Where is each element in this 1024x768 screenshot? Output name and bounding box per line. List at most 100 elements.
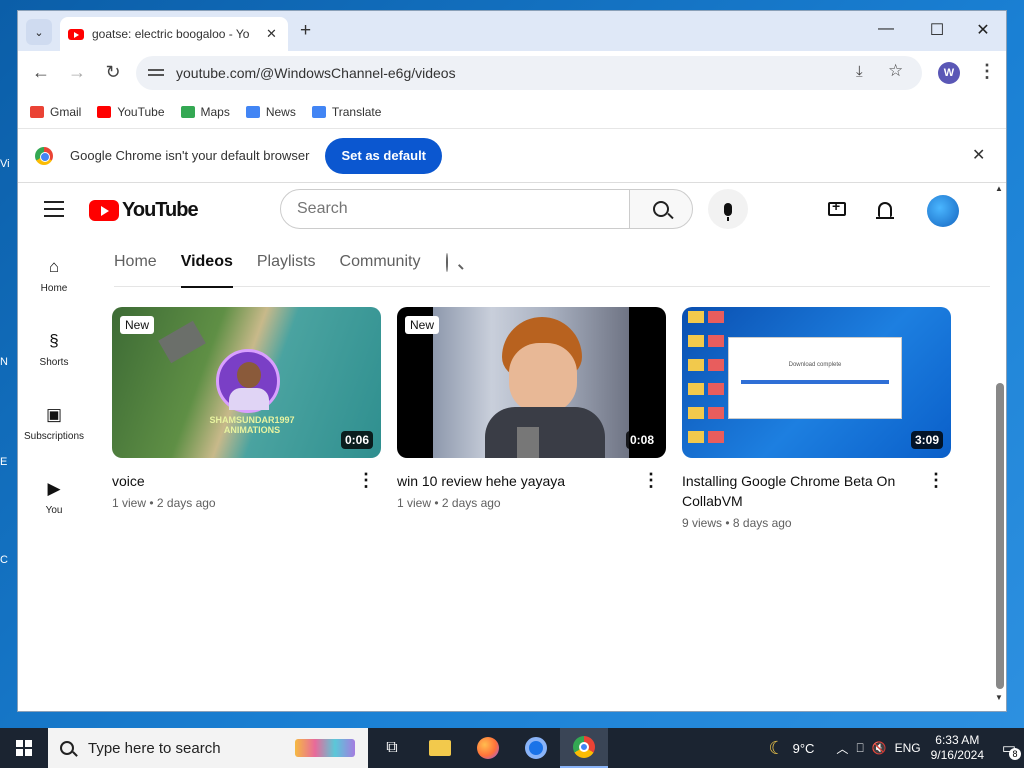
scroll-down-icon[interactable]: ▼ — [995, 693, 1003, 702]
notifications-button[interactable] — [873, 197, 897, 221]
video-card[interactable]: SHAMSUNDAR1997 ANIMATIONS New 0:06 voice… — [112, 307, 381, 510]
chrome-logo-icon — [35, 146, 53, 165]
video-metadata: 9 views • 8 days ago — [682, 516, 792, 530]
video-menu-icon[interactable]: ⋮ — [357, 470, 375, 491]
sidebar-item-you[interactable]: ▶ You — [18, 461, 90, 535]
site-info-icon[interactable] — [148, 66, 164, 80]
youtube-logo[interactable]: YouTube — [89, 199, 199, 222]
home-icon: ⌂ — [48, 257, 60, 276]
tab-title: goatse: electric boogaloo - Yo — [92, 27, 250, 41]
page-scrollbar[interactable]: ▲ ▼ — [994, 183, 1004, 703]
taskbar-file-explorer[interactable] — [416, 728, 464, 768]
thumbnail-desktop-icons — [688, 311, 704, 451]
video-menu-icon[interactable]: ⋮ — [642, 470, 660, 491]
scroll-up-icon[interactable]: ▲ — [995, 184, 1003, 193]
video-title[interactable]: Installing Google Chrome Beta On CollabV… — [682, 471, 922, 511]
search-field[interactable] — [280, 189, 630, 229]
system-tray: ☾ 9°C ︿ ⎕ 🔇 ENG 6:33 AM 9/16/2024 ▭ 8 — [768, 728, 1024, 768]
notification-count: 8 — [1009, 748, 1021, 760]
video-card[interactable]: Download complete 3:09 Installing Google… — [682, 307, 951, 530]
volume-muted-icon[interactable]: 🔇 — [872, 741, 887, 755]
network-icon[interactable]: ⎕ — [856, 741, 863, 756]
channel-search-button[interactable] — [446, 239, 449, 286]
clock[interactable]: 6:33 AM 9/16/2024 — [931, 733, 984, 763]
search-icon — [446, 253, 449, 272]
bookmark-maps[interactable]: Maps — [180, 105, 230, 119]
desktop-icon-label: Vi — [0, 158, 10, 170]
video-card[interactable]: New 0:08 win 10 review hehe yayaya 1 vie… — [397, 307, 666, 510]
shorts-icon: § — [49, 331, 59, 350]
bookmark-news[interactable]: News — [245, 105, 296, 119]
taskbar-firefox[interactable] — [464, 728, 512, 768]
new-tab-button[interactable]: + — [300, 20, 311, 42]
taskbar-search-box[interactable]: Type here to search — [48, 728, 368, 768]
bookmarks-bar: Gmail YouTube Maps News Translate — [18, 95, 1006, 129]
taskbar-chrome[interactable] — [560, 728, 608, 768]
url-text[interactable]: youtube.com/@WindowsChannel-e6g/videos — [176, 65, 456, 81]
voice-search-button[interactable] — [708, 189, 748, 229]
tab-home[interactable]: Home — [114, 239, 157, 287]
tab-community[interactable]: Community — [340, 239, 421, 287]
close-window-button[interactable]: ✕ — [971, 20, 995, 40]
video-thumbnail[interactable]: SHAMSUNDAR1997 ANIMATIONS New 0:06 — [112, 307, 381, 458]
minimize-button[interactable]: — — [874, 20, 898, 38]
close-tab-icon[interactable]: ✕ — [266, 26, 277, 42]
sidebar-item-subscriptions[interactable]: ▣ Subscriptions — [18, 387, 90, 461]
account-avatar[interactable] — [927, 195, 959, 227]
search-highlight-icon — [294, 739, 355, 757]
bookmark-gmail[interactable]: Gmail — [30, 105, 81, 119]
tab-videos[interactable]: Videos — [180, 239, 234, 288]
desktop-icon-label: E — [0, 456, 8, 468]
video-thumbnail[interactable]: New 0:08 — [397, 307, 666, 458]
notifications-button[interactable]: ▭ 8 — [994, 728, 1024, 768]
youtube-masthead: YouTube — [18, 183, 1006, 239]
tab-playlists[interactable]: Playlists — [257, 239, 316, 287]
close-infobar-icon[interactable]: ✕ — [972, 145, 985, 165]
subscriptions-icon: ▣ — [45, 405, 63, 424]
taskbar: Type here to search ⧉ ☾ 9°C ︿ ⎕ 🔇 ENG 6:… — [0, 728, 1024, 768]
browser-tab[interactable]: goatse: electric boogaloo - Yo ✕ — [60, 17, 288, 51]
start-button[interactable] — [0, 728, 48, 768]
bookmark-translate[interactable]: Translate — [311, 105, 381, 119]
chevron-down-icon: ⌄ — [34, 26, 44, 39]
browser-toolbar: ← → ↻ youtube.com/@WindowsChannel-e6g/vi… — [18, 51, 1006, 95]
install-app-icon[interactable]: ⤓ — [856, 63, 863, 80]
create-button[interactable] — [825, 197, 849, 221]
new-badge: New — [120, 316, 155, 334]
video-title[interactable]: win 10 review hehe yayaya — [397, 471, 637, 491]
sidebar-item-shorts[interactable]: § Shorts — [18, 313, 90, 387]
guide-menu-icon[interactable] — [44, 201, 64, 222]
bookmark-star-icon[interactable]: ☆ — [888, 61, 903, 81]
video-thumbnail[interactable]: Download complete 3:09 — [682, 307, 951, 458]
scrollbar-thumb[interactable] — [996, 383, 1004, 689]
show-hidden-icons-icon[interactable]: ︿ — [836, 740, 848, 757]
tab-strip: ⌄ goatse: electric boogaloo - Yo ✕ + — ☐… — [18, 11, 1006, 51]
profile-avatar[interactable]: W — [938, 62, 960, 84]
search-input[interactable] — [297, 200, 597, 218]
chrome-beta-icon — [525, 737, 547, 759]
chrome-menu-icon[interactable]: ⋮ — [978, 61, 996, 82]
youtube-page: YouTube ⌂ Home § Shorts ▣ Subscriptions — [18, 183, 1006, 703]
language-indicator[interactable]: ENG — [895, 741, 921, 755]
taskbar-chrome-beta[interactable] — [512, 728, 560, 768]
video-menu-icon[interactable]: ⋮ — [927, 470, 945, 491]
search-button[interactable] — [629, 189, 693, 229]
back-button[interactable]: ← — [30, 62, 52, 83]
bookmark-youtube[interactable]: YouTube — [97, 105, 165, 119]
news-icon — [245, 105, 260, 118]
you-icon: ▶ — [47, 479, 61, 498]
reload-button[interactable]: ↻ — [102, 62, 124, 83]
maximize-button[interactable]: ☐ — [925, 20, 949, 40]
video-metadata: 1 view • 2 days ago — [112, 496, 216, 510]
tab-search-button[interactable]: ⌄ — [26, 19, 52, 45]
set-as-default-button[interactable]: Set as default — [325, 137, 443, 174]
forward-button[interactable]: → — [66, 62, 88, 83]
weather-temperature[interactable]: 9°C — [793, 741, 815, 756]
sidebar-item-home[interactable]: ⌂ Home — [18, 239, 90, 313]
address-bar[interactable]: youtube.com/@WindowsChannel-e6g/videos ⤓… — [136, 56, 922, 90]
task-view-icon: ⧉ — [386, 739, 398, 756]
task-view-button[interactable]: ⧉ — [368, 728, 416, 768]
microphone-icon — [724, 202, 732, 221]
video-title[interactable]: voice — [112, 471, 352, 491]
desktop-icon-label: N — [0, 356, 8, 368]
